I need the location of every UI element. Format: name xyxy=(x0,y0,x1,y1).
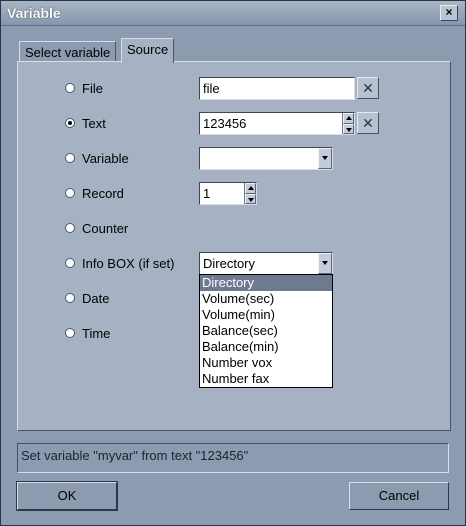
text-spinner[interactable] xyxy=(342,113,354,134)
variable-dialog: Variable × Select variable Source File f… xyxy=(0,0,466,526)
time-radio[interactable] xyxy=(65,328,75,338)
text-label: Text xyxy=(82,115,106,131)
clear-icon: ✕ xyxy=(362,115,374,131)
spin-down-icon[interactable] xyxy=(245,193,256,204)
list-item[interactable]: Balance(sec) xyxy=(200,323,332,339)
spin-down-icon[interactable] xyxy=(343,123,354,134)
chevron-down-icon[interactable] xyxy=(318,148,332,169)
list-item[interactable]: Balance(min) xyxy=(200,339,332,355)
infobox-radio[interactable] xyxy=(65,258,75,268)
tab-source[interactable]: Source xyxy=(121,38,175,63)
record-radio[interactable] xyxy=(65,188,75,198)
text-input[interactable]: 123456 xyxy=(199,112,355,135)
date-label: Date xyxy=(82,290,110,306)
variable-label: Variable xyxy=(82,150,129,166)
option-infobox[interactable]: Info BOX (if set) xyxy=(65,254,174,272)
close-button[interactable]: × xyxy=(440,5,458,21)
file-input[interactable]: file xyxy=(199,77,355,100)
counter-label: Counter xyxy=(82,220,129,236)
spin-up-icon[interactable] xyxy=(245,183,256,194)
status-text: Set variable "myvar" from text "123456" xyxy=(17,443,449,473)
spin-up-icon[interactable] xyxy=(343,113,354,124)
record-spinner[interactable] xyxy=(244,183,256,204)
counter-radio[interactable] xyxy=(65,223,75,233)
option-date[interactable]: Date xyxy=(65,289,109,307)
text-radio[interactable] xyxy=(65,118,75,128)
dialog-title: Variable xyxy=(7,5,61,21)
list-item[interactable]: Volume(min) xyxy=(200,307,332,323)
infobox-dropdown-list: Directory Volume(sec) Volume(min) Balanc… xyxy=(199,274,333,388)
variable-select[interactable] xyxy=(199,147,333,170)
list-item[interactable]: Number vox xyxy=(200,355,332,371)
option-text[interactable]: Text xyxy=(65,114,106,132)
close-icon: × xyxy=(445,5,453,19)
ok-button[interactable]: OK xyxy=(16,481,118,511)
option-file[interactable]: File xyxy=(65,79,103,97)
infobox-label: Info BOX (if set) xyxy=(82,255,175,271)
file-label: File xyxy=(82,80,103,96)
date-radio[interactable] xyxy=(65,293,75,303)
option-record[interactable]: Record xyxy=(65,184,124,202)
title-bar[interactable]: Variable × xyxy=(1,1,465,26)
option-variable[interactable]: Variable xyxy=(65,149,129,167)
text-clear-button[interactable]: ✕ xyxy=(357,112,379,134)
chevron-down-icon[interactable] xyxy=(318,253,332,274)
variable-radio[interactable] xyxy=(65,153,75,163)
list-item[interactable]: Directory xyxy=(200,275,332,291)
option-counter[interactable]: Counter xyxy=(65,219,128,237)
option-time[interactable]: Time xyxy=(65,324,110,342)
list-item[interactable]: Volume(sec) xyxy=(200,291,332,307)
list-item[interactable]: Number fax xyxy=(200,371,332,387)
file-radio[interactable] xyxy=(65,83,75,93)
record-label: Record xyxy=(82,185,124,201)
time-label: Time xyxy=(82,325,111,341)
clear-icon: ✕ xyxy=(362,80,374,96)
file-clear-button[interactable]: ✕ xyxy=(357,77,379,99)
cancel-button[interactable]: Cancel xyxy=(349,482,449,510)
infobox-select[interactable]: Directory xyxy=(199,252,333,275)
